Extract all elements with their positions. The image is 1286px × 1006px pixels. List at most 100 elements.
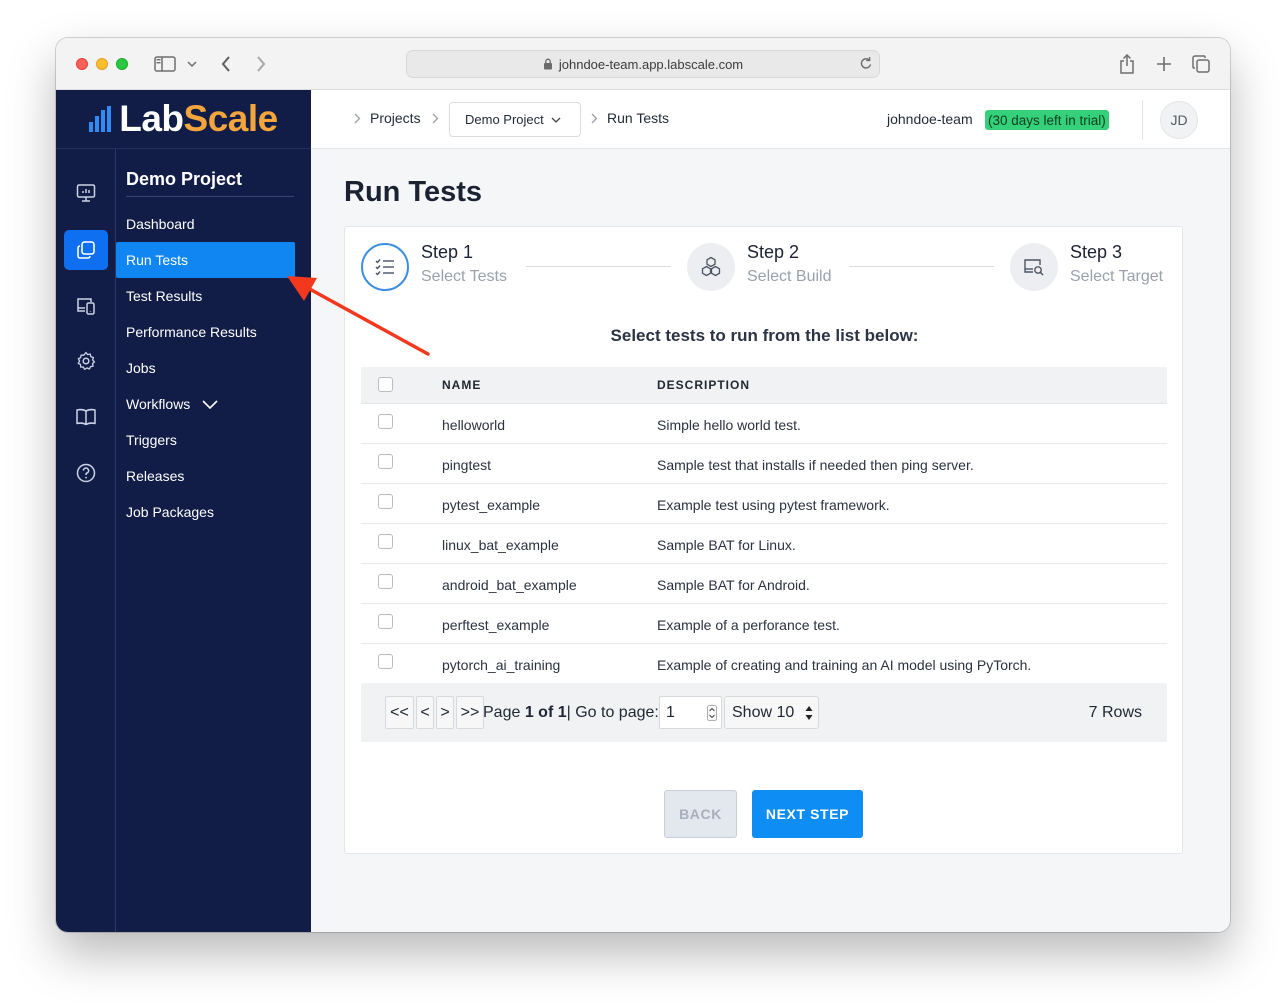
sidebar-item-jobs[interactable]: Jobs (116, 350, 295, 386)
topbar-divider (1142, 100, 1143, 140)
forward-arrow-icon[interactable] (251, 52, 271, 76)
breadcrumb-projects[interactable]: Projects (370, 110, 421, 126)
test-name: helloworld (442, 417, 506, 433)
table-row[interactable]: linux_bat_example Sample BAT for Linux. (361, 524, 1167, 564)
step-label: Step 1 (421, 242, 474, 262)
column-header-name[interactable]: NAME (442, 378, 481, 392)
sidebar-toggle-icon[interactable] (152, 52, 178, 76)
row-checkbox[interactable] (378, 534, 393, 549)
sidebar-item-label: Dashboard (126, 216, 195, 232)
sidebar-item-workflows[interactable]: Workflows (116, 386, 295, 422)
instruction-text: Select tests to run from the list below: (610, 326, 919, 345)
labscale-logo[interactable]: LabScale (56, 90, 311, 149)
goto-label: | Go to page: (566, 704, 659, 721)
logo-bars-icon (89, 106, 112, 132)
row-checkbox[interactable] (378, 654, 393, 669)
sidebar-project-title: Demo Project (126, 169, 294, 197)
sidebar-item-label: Triggers (126, 432, 177, 448)
row-checkbox[interactable] (378, 414, 393, 429)
page-title: Run Tests (344, 176, 483, 208)
close-window-button[interactable] (76, 58, 88, 70)
row-checkbox[interactable] (378, 454, 393, 469)
goto-page-input[interactable]: 1 (659, 696, 722, 729)
row-checkbox[interactable] (378, 614, 393, 629)
next-step-button[interactable]: NEXT STEP (752, 790, 863, 838)
sidebar-item-label: Run Tests (126, 252, 188, 268)
share-icon[interactable] (1116, 52, 1138, 76)
back-arrow-icon[interactable] (216, 52, 236, 76)
rail-devices-button[interactable] (64, 286, 108, 326)
table-row[interactable]: perftest_example Example of a perforance… (361, 604, 1167, 644)
project-sidebar: Demo Project Dashboard Run Tests Test Re… (116, 149, 311, 932)
sidebar-item-dashboard[interactable]: Dashboard (116, 206, 295, 242)
tab-overview-icon[interactable] (1190, 52, 1212, 76)
logo-text-scale: Scale (183, 98, 279, 139)
rail-help-button[interactable] (64, 453, 108, 493)
chevron-right-icon (591, 113, 598, 124)
test-description: Sample BAT for Linux. (657, 537, 796, 553)
new-tab-icon[interactable] (1153, 52, 1175, 76)
select-all-checkbox[interactable] (378, 377, 393, 392)
table-row[interactable]: helloworld Simple hello world test. (361, 404, 1167, 444)
sidebar-item-run-tests[interactable]: Run Tests (116, 242, 295, 278)
zoom-window-button[interactable] (116, 58, 128, 70)
sidebar-item-performance-results[interactable]: Performance Results (116, 314, 295, 350)
sidebar-item-job-packages[interactable]: Job Packages (116, 494, 295, 530)
table-row[interactable]: android_bat_example Sample BAT for Andro… (361, 564, 1167, 604)
row-checkbox[interactable] (378, 574, 393, 589)
back-button[interactable]: BACK (664, 790, 737, 838)
page-size-select[interactable]: Show 10 (724, 696, 819, 729)
address-bar[interactable]: johndoe-team.app.labscale.com (406, 50, 880, 78)
test-name: pingtest (442, 457, 492, 473)
select-arrows-icon (804, 704, 814, 722)
test-name: pytest_example (442, 497, 541, 513)
monitor-icon (76, 184, 96, 202)
prev-page-button[interactable]: < (416, 696, 434, 729)
rail-projects-button[interactable] (64, 230, 108, 270)
tests-table: NAME DESCRIPTION helloworld Simple hello… (361, 367, 1167, 684)
column-header-description[interactable]: DESCRIPTION (657, 378, 750, 392)
rail-docs-button[interactable] (64, 397, 108, 437)
project-select[interactable]: Demo Project (449, 102, 581, 137)
sidebar-item-test-results[interactable]: Test Results (116, 278, 295, 314)
step-sublabel: Select Build (747, 268, 832, 285)
last-page-button[interactable]: >> (456, 696, 484, 729)
icon-rail (56, 149, 116, 932)
chevron-down-icon[interactable] (186, 52, 198, 76)
chevron-down-icon (202, 399, 218, 409)
chevron-right-icon (432, 113, 439, 124)
run-tests-card: Step 1 Select Tests Step 2 Select Build (344, 226, 1183, 854)
test-description: Sample BAT for Android. (657, 577, 810, 593)
browser-toolbar: johndoe-team.app.labscale.com (56, 38, 1230, 90)
rows-count: 7 Rows (1088, 704, 1142, 721)
table-row[interactable]: pytorch_ai_training Example of creating … (361, 644, 1167, 684)
next-page-button[interactable]: > (436, 696, 454, 729)
top-bar: Projects Demo Project Run Tests johndoe-… (311, 90, 1230, 149)
reload-icon[interactable] (859, 56, 873, 71)
first-page-button[interactable]: << (385, 696, 414, 729)
step-connector (849, 266, 994, 267)
step-connector (526, 266, 671, 267)
sidebar-item-triggers[interactable]: Triggers (116, 422, 295, 458)
user-avatar[interactable]: JD (1160, 101, 1198, 139)
table-row[interactable]: pytest_example Example test using pytest… (361, 484, 1167, 524)
browser-window: johndoe-team.app.labscale.com LabScale D… (56, 38, 1230, 932)
pagination-bar: << < > >> Page 1 of 1| Go to page: 1 Sho… (361, 683, 1167, 742)
sidebar-item-releases[interactable]: Releases (116, 458, 295, 494)
stepper-icon[interactable] (707, 705, 717, 721)
row-checkbox[interactable] (378, 494, 393, 509)
main-content: Projects Demo Project Run Tests johndoe-… (311, 90, 1230, 932)
rail-dashboard-button[interactable] (64, 173, 108, 213)
page-of: 1 of 1 (524, 704, 567, 721)
copy-icon (77, 241, 95, 259)
table-row[interactable]: pingtest Sample test that installs if ne… (361, 444, 1167, 484)
logo-text: LabScale (119, 98, 279, 140)
trial-badge: (30 days left in trial) (985, 110, 1109, 130)
step-sublabel: Select Target (1070, 268, 1164, 285)
test-name: perftest_example (442, 617, 550, 633)
team-name: johndoe-team (887, 111, 973, 127)
minimize-window-button[interactable] (96, 58, 108, 70)
sidebar-item-label: Job Packages (126, 504, 214, 520)
step-sublabel: Select Tests (421, 268, 507, 285)
rail-settings-button[interactable] (64, 341, 108, 381)
